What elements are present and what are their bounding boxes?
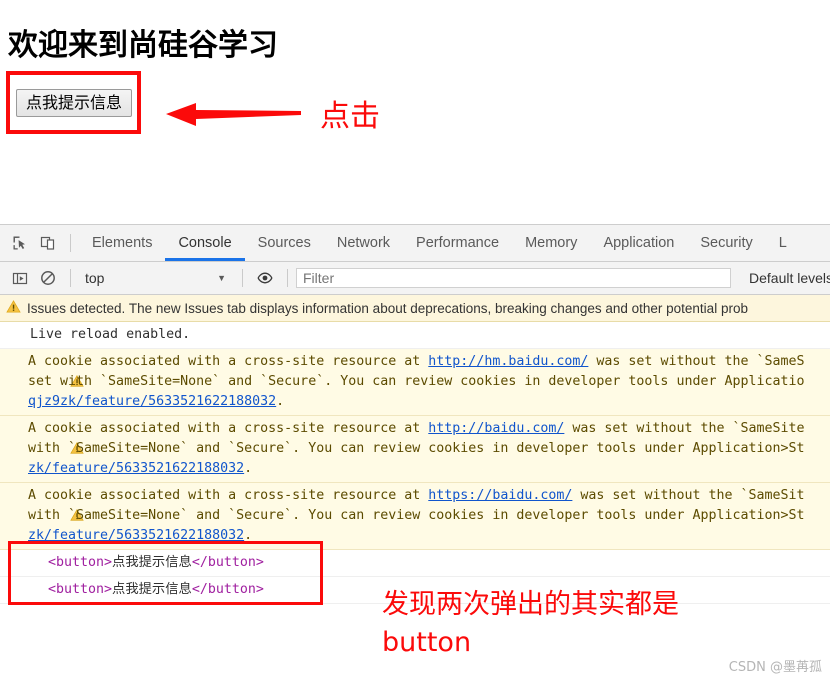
warning-line-2: with `SameSite=None` and `Secure`. You c… [28, 441, 805, 456]
bottom-annotation-label: 发现两次弹出的其实都是 button [382, 589, 679, 658]
close-tag: </button> [191, 582, 264, 597]
warning-line-1b: was set without the `SameS [588, 354, 805, 369]
console-message-text: A cookie associated with a cross-site re… [28, 419, 805, 479]
console-message-text: Live reload enabled. [30, 327, 191, 342]
console-element-result[interactable]: <button>点我提示信息</button> [0, 550, 830, 577]
console-message-text: A cookie associated with a cross-site re… [28, 486, 805, 546]
cookie-feature-link[interactable]: zk/feature/5633521622188032 [28, 461, 244, 476]
warning-triangle-icon [6, 488, 84, 521]
log-level-select[interactable]: Default levels▼ [749, 270, 830, 286]
inspect-element-icon[interactable] [6, 229, 34, 257]
console-message-text: A cookie associated with a cross-site re… [28, 352, 805, 412]
warning-triangle-icon [6, 354, 84, 387]
page-title: 欢迎来到尚硅谷学习 [8, 28, 278, 63]
warning-line-3b: . [244, 461, 253, 476]
live-expression-icon[interactable] [251, 264, 279, 292]
cookie-resource-link[interactable]: http://baidu.com/ [428, 421, 564, 436]
issues-banner-text: Issues detected. The new Issues tab disp… [27, 300, 748, 316]
clear-console-icon[interactable] [34, 264, 62, 292]
tab-console[interactable]: Console [165, 226, 245, 261]
console-sidebar-icon[interactable] [6, 264, 34, 292]
warning-line-3b: . [276, 394, 285, 409]
cookie-resource-link[interactable]: https://baidu.com/ [428, 488, 572, 503]
warning-line-1a: A cookie associated with a cross-site re… [28, 421, 429, 436]
devtools-tab-bar: Elements Console Sources Network Perform… [0, 225, 830, 262]
element-text: 点我提示信息 [112, 582, 192, 597]
execution-context-value: top [85, 270, 105, 286]
rendered-page-area: 欢迎来到尚硅谷学习 点我提示信息 点击 [0, 0, 830, 224]
warning-line-3b: . [244, 528, 253, 543]
cookie-feature-link[interactable]: qjz9zk/feature/5633521622188032 [28, 394, 276, 409]
csdn-watermark: CSDN @墨苒孤 [728, 660, 822, 675]
console-message-warning: A cookie associated with a cross-site re… [0, 416, 830, 483]
console-toolbar-divider-2 [242, 269, 243, 287]
tab-security[interactable]: Security [687, 226, 765, 261]
console-toolbar-divider-1 [70, 269, 71, 287]
console-element-markup: <button>点我提示信息</button> [48, 580, 264, 600]
device-toolbar-icon[interactable] [34, 229, 62, 257]
tab-application[interactable]: Application [590, 226, 687, 261]
console-message-warning: A cookie associated with a cross-site re… [0, 483, 830, 550]
console-message-log: Live reload enabled. [0, 322, 830, 349]
tab-lighthouse[interactable]: L [766, 226, 800, 261]
console-toolbar: top ▼ Default levels▼ [0, 262, 830, 295]
cookie-resource-link[interactable]: http://hm.baidu.com/ [428, 354, 588, 369]
tab-memory[interactable]: Memory [512, 226, 590, 261]
alert-demo-button[interactable]: 点我提示信息 [16, 89, 133, 117]
log-level-value: Default levels [749, 270, 830, 286]
tab-elements[interactable]: Elements [79, 226, 165, 261]
warning-triangle-icon [6, 421, 84, 454]
warning-line-2: with `SameSite=None` and `Secure`. You c… [28, 508, 805, 523]
warning-line-1b: was set without the `SameSite [564, 421, 805, 436]
warning-line-2: set with `SameSite=None` and `Secure`. Y… [28, 374, 805, 389]
open-tag: <button> [48, 582, 113, 597]
execution-context-select[interactable]: top ▼ [79, 270, 234, 286]
warning-line-1a: A cookie associated with a cross-site re… [28, 488, 429, 503]
console-filter-input[interactable] [296, 268, 731, 288]
toolbar-divider [70, 234, 71, 252]
tab-performance[interactable]: Performance [403, 226, 512, 261]
warning-line-1b: was set without the `SameSit [572, 488, 805, 503]
red-arrow-annotation-icon [166, 100, 301, 134]
cookie-feature-link[interactable]: zk/feature/5633521622188032 [28, 528, 244, 543]
tab-sources[interactable]: Sources [245, 226, 324, 261]
console-element-markup: <button>点我提示信息</button> [48, 553, 264, 573]
chevron-down-icon: ▼ [217, 273, 226, 283]
console-toolbar-divider-3 [287, 269, 288, 287]
open-tag: <button> [48, 555, 113, 570]
tab-network[interactable]: Network [324, 226, 403, 261]
warning-triangle-icon [6, 299, 21, 317]
warning-line-1a: A cookie associated with a cross-site re… [28, 354, 429, 369]
console-message-list: Live reload enabled. A cookie associated… [0, 322, 830, 604]
click-annotation-label: 点击 [320, 99, 380, 134]
element-text: 点我提示信息 [112, 555, 192, 570]
close-tag: </button> [191, 555, 264, 570]
issues-detected-banner[interactable]: Issues detected. The new Issues tab disp… [0, 295, 830, 322]
console-message-warning: A cookie associated with a cross-site re… [0, 349, 830, 416]
